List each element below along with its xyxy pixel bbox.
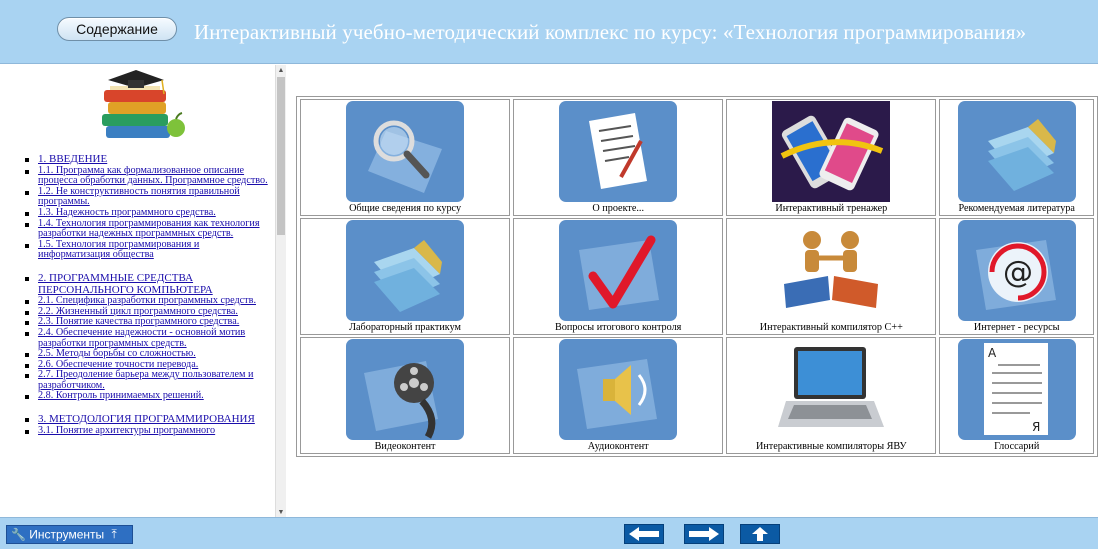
toc-link[interactable]: 2.2. Жизненный цикл программного средств…	[38, 306, 238, 317]
smartphones-icon	[772, 101, 891, 202]
books-stack-icon	[957, 101, 1076, 202]
grid-cell[interactable]: Рекомендуемая литература	[939, 99, 1094, 216]
grid-cell[interactable]: Интерактивные компиляторы ЯВУ	[726, 337, 937, 454]
toc-link[interactable]: 2.1. Специфика разработки программных ср…	[38, 295, 256, 306]
tools-icon: 🔧	[11, 527, 26, 542]
page-title: Интерактивный учебно-методический компле…	[194, 20, 1027, 44]
sidebar-scrollbar[interactable]: ▲ ▼	[275, 65, 286, 517]
footer-bar: 🔧 Инструменты ⤒	[0, 517, 1098, 549]
arrow-up-icon	[752, 527, 768, 541]
toc-item[interactable]: 1.5. Технология программирования и инфор…	[24, 239, 270, 261]
scroll-up-arrow-icon[interactable]: ▲	[276, 65, 286, 75]
cell-caption: Интерактивный тренажер	[775, 203, 888, 214]
grid-cell[interactable]: О проекте...	[513, 99, 724, 216]
svg-text:@: @	[1003, 255, 1033, 290]
grid-cell[interactable]: Видеоконтент	[300, 337, 511, 454]
toc-link[interactable]: 1.5. Технология программирования и инфор…	[38, 239, 199, 261]
svg-text:A: A	[988, 346, 997, 360]
laptop-icon	[772, 339, 891, 440]
home-up-button[interactable]	[740, 524, 780, 544]
cell-caption: Интернет - ресурсы	[973, 322, 1060, 333]
header-bar: Содержание Интерактивный учебно-методиче…	[0, 0, 1098, 64]
toc-link[interactable]: 1. ВВЕДЕНИЕ	[38, 153, 107, 165]
glossary-page-icon: A Я	[957, 339, 1076, 440]
books-graduation-cap-icon	[102, 70, 185, 138]
contents-button[interactable]: Содержание	[57, 17, 177, 41]
grid-cell[interactable]: Лабораторный практикум	[300, 218, 511, 335]
toc-item[interactable]: 1.4. Технология программирования как тех…	[24, 218, 270, 240]
cell-caption: Глоссарий	[994, 441, 1040, 452]
scroll-down-arrow-icon[interactable]: ▼	[276, 507, 286, 517]
next-page-button[interactable]	[684, 524, 724, 544]
toc-link[interactable]: 2.8. Контроль принимаемых решений.	[38, 390, 204, 402]
checkmark-icon	[559, 220, 678, 321]
toc-link[interactable]: 2. ПРОГРАММНЫЕ СРЕДСТВА ПЕРСОНАЛЬНОГО КО…	[38, 272, 213, 296]
grid-cell[interactable]: @ Интернет - ресурсы	[939, 218, 1094, 335]
toc-link[interactable]: 1.4. Технология программирования как тех…	[38, 218, 260, 240]
toc-item[interactable]: 2.7. Преодоление барьера между пользоват…	[24, 370, 270, 391]
grid-cell[interactable]: A Я Глоссарий	[939, 337, 1094, 454]
scrollbar-thumb[interactable]	[277, 77, 285, 235]
toc-link[interactable]: 2.4. Обеспечение надежности - основной м…	[38, 327, 245, 349]
cell-caption: Интерактивный компилятор С++	[759, 322, 903, 333]
document-pen-icon	[559, 101, 678, 202]
tools-label: Инструменты	[29, 527, 105, 542]
cell-caption: Аудиоконтент	[587, 441, 649, 452]
sidebar-toc: 1. ВВЕДЕНИЕ 1.1. Программа как формализо…	[0, 65, 286, 517]
arrow-right-icon	[689, 527, 719, 541]
grid-cell[interactable]: Общие сведения по курсу	[300, 99, 511, 216]
toc-link[interactable]: 2.6. Обеспечение точности перевода.	[38, 359, 198, 370]
tools-button[interactable]: 🔧 Инструменты ⤒	[6, 525, 133, 544]
toc-link[interactable]: 1.3. Надежность программного средства.	[38, 207, 216, 218]
toc-link[interactable]: 2.5. Методы борьбы со сложностью.	[38, 348, 196, 359]
cell-caption: Интерактивные компиляторы ЯВУ	[756, 441, 907, 452]
toc-item[interactable]: 3.1. Понятие архитектуры программного	[24, 425, 270, 437]
cell-caption: Рекомендуемая литература	[958, 203, 1075, 214]
grid-cell[interactable]: Интерактивный компилятор С++	[726, 218, 937, 335]
toc-item[interactable]: 1.2. Не конструктивность понятия правиль…	[24, 186, 270, 208]
toc-item[interactable]: 2.4. Обеспечение надежности - основной м…	[24, 327, 270, 349]
grid-cell[interactable]: Вопросы итогового контроля	[513, 218, 724, 335]
cell-caption: Общие сведения по курсу	[349, 203, 462, 214]
cell-caption: Видеоконтент	[374, 441, 436, 452]
cell-caption: Вопросы итогового контроля	[555, 322, 682, 333]
arrow-left-icon	[629, 527, 659, 541]
toc-item[interactable]: 2. ПРОГРАММНЫЕ СРЕДСТВА ПЕРСОНАЛЬНОГО КО…	[24, 273, 270, 296]
sections-grid: Общие сведения по курсу О проекте... Инт…	[296, 96, 1098, 457]
toc-item[interactable]: 2.8. Контроль принимаемых решений.	[24, 391, 270, 402]
cell-caption: Лабораторный практикум	[349, 322, 461, 333]
puzzle-figures-icon	[772, 220, 891, 321]
cell-caption: О проекте...	[592, 203, 644, 214]
toc-item[interactable]: 1.1. Программа как формализованное описа…	[24, 165, 270, 187]
toc-link[interactable]: 1.1. Программа как формализованное описа…	[38, 165, 268, 187]
at-sign-icon: @	[957, 220, 1076, 321]
magnifier-icon	[346, 101, 465, 202]
grid-cell[interactable]: Аудиоконтент	[513, 337, 724, 454]
main-content: Общие сведения по курсу О проекте... Инт…	[287, 65, 1098, 517]
toc-link[interactable]: 2.3. Понятие качества программного средс…	[38, 316, 239, 328]
papers-stack-icon	[346, 220, 465, 321]
grid-cell[interactable]: Интерактивный тренажер	[726, 99, 937, 216]
toc-link[interactable]: 3. МЕТОДОЛОГИЯ ПРОГРАММИРОВАНИЯ	[38, 413, 255, 425]
svg-text:Я: Я	[1032, 420, 1040, 434]
toc-link[interactable]: 2.7. Преодоление барьера между пользоват…	[38, 369, 253, 391]
toc-link[interactable]: 3.1. Понятие архитектуры программного	[38, 425, 215, 436]
previous-page-button[interactable]	[624, 524, 664, 544]
film-reel-icon	[346, 339, 465, 440]
speaker-icon	[559, 339, 678, 440]
pin-icon: ⤒	[111, 527, 117, 542]
toc-link[interactable]: 1.2. Не конструктивность понятия правиль…	[38, 186, 240, 208]
